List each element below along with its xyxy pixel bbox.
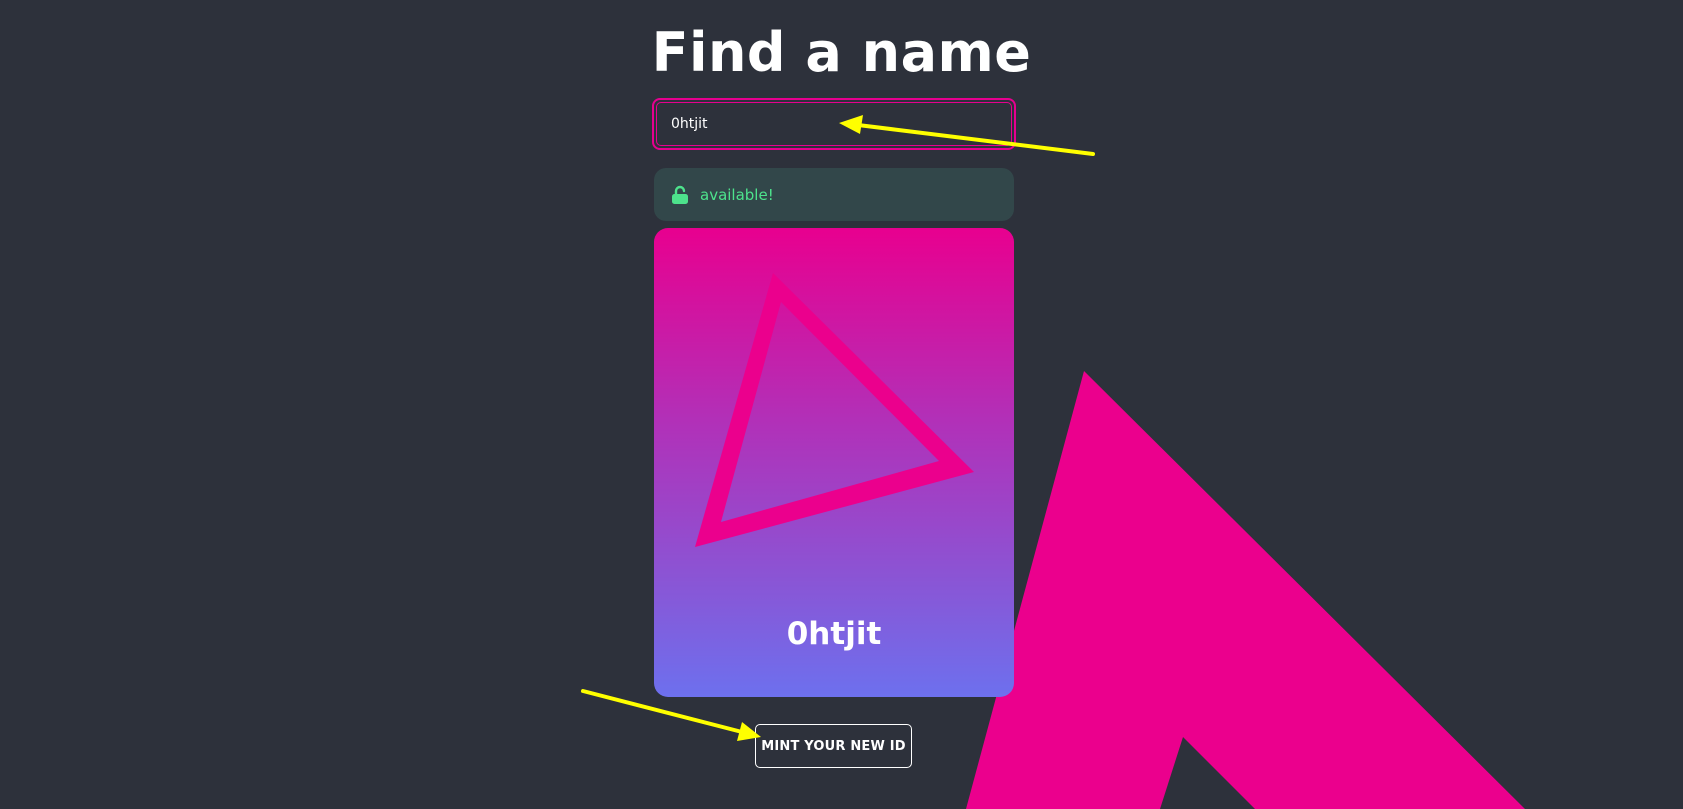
page-title: Find a name bbox=[651, 21, 1032, 84]
availability-status: available! bbox=[654, 168, 1014, 221]
unlocked-lock-icon bbox=[670, 184, 690, 206]
mint-id-button[interactable]: MINT YOUR NEW ID bbox=[755, 724, 912, 768]
name-search-field bbox=[652, 98, 1016, 150]
name-search-input[interactable] bbox=[656, 102, 1012, 146]
card-name: 0htjit bbox=[786, 616, 882, 652]
status-text: available! bbox=[700, 185, 774, 204]
id-preview-card: 0htjit bbox=[654, 228, 1014, 697]
